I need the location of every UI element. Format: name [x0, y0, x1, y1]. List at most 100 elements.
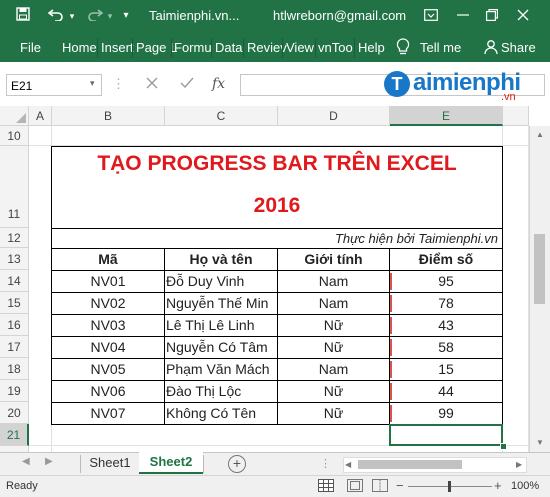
- name-box[interactable]: E21: [6, 74, 102, 96]
- tab-data[interactable]: Data: [215, 40, 242, 55]
- row-header[interactable]: 12: [0, 228, 29, 248]
- undo-dropdown-icon[interactable]: ▾: [67, 6, 77, 26]
- undo-icon[interactable]: [46, 6, 66, 26]
- row-header[interactable]: 11: [0, 146, 29, 228]
- column-header-b[interactable]: B: [52, 106, 165, 126]
- tab-view[interactable]: View: [286, 40, 314, 55]
- cell-diem-so[interactable]: 15: [390, 359, 502, 380]
- cell-ho-va-ten[interactable]: Lê Thị Lê Linh: [166, 315, 277, 336]
- cell-diem-so[interactable]: 43: [390, 315, 502, 336]
- cell-diem-so[interactable]: 78: [390, 293, 502, 314]
- row-header[interactable]: 15: [0, 292, 29, 314]
- row-header[interactable]: 17: [0, 336, 29, 358]
- name-box-dropdown-icon[interactable]: ▾: [90, 78, 95, 89]
- column-header-c[interactable]: C: [165, 106, 278, 126]
- cell-diem-so[interactable]: 95: [390, 271, 502, 292]
- cell-ho-va-ten[interactable]: Đào Thị Lộc: [166, 381, 277, 402]
- vertical-scroll-thumb[interactable]: [534, 234, 545, 304]
- cell-ho-va-ten[interactable]: Nguyễn Thế Min: [166, 293, 277, 314]
- zoom-level[interactable]: 100%: [511, 480, 539, 492]
- fill-handle[interactable]: [500, 443, 507, 450]
- redo-icon[interactable]: [86, 6, 104, 26]
- tab-split-handle[interactable]: ⋮: [320, 457, 331, 470]
- cell-ma[interactable]: NV03: [52, 315, 164, 336]
- tab-home[interactable]: Home: [62, 40, 97, 55]
- share-person-icon[interactable]: [484, 38, 498, 59]
- row-header-selected[interactable]: 21: [0, 424, 29, 446]
- scroll-left-icon[interactable]: ◀: [345, 458, 351, 472]
- tab-review[interactable]: Reviev: [247, 40, 287, 55]
- vertical-scrollbar[interactable]: ▲ ▼: [529, 126, 550, 452]
- cancel-entry-icon[interactable]: [146, 76, 158, 93]
- row-header[interactable]: 10: [0, 126, 29, 146]
- account-name[interactable]: htlwreborn@gmail.com: [273, 8, 406, 23]
- cell-ho-va-ten[interactable]: Nguyễn Có Tâm: [166, 337, 277, 358]
- tell-me-search[interactable]: Tell me: [420, 40, 461, 55]
- lightbulb-icon[interactable]: [396, 38, 410, 59]
- zoom-slider-thumb[interactable]: [448, 481, 451, 492]
- minimize-icon[interactable]: [454, 6, 472, 26]
- cell-ho-va-ten[interactable]: Phạm Văn Mách: [166, 359, 277, 380]
- row-header[interactable]: 20: [0, 402, 29, 424]
- page-layout-view-icon[interactable]: [347, 479, 363, 495]
- cell-ho-va-ten[interactable]: Đỗ Duy Vinh: [166, 271, 277, 292]
- cell-ma[interactable]: NV07: [52, 403, 164, 424]
- normal-view-icon[interactable]: [318, 479, 334, 495]
- tab-vntools[interactable]: vnToo: [318, 40, 353, 55]
- cell-diem-so[interactable]: 44: [390, 381, 502, 402]
- cell-gioi-tinh[interactable]: Nữ: [278, 337, 389, 358]
- column-header-e[interactable]: E: [390, 106, 503, 126]
- sheet-tab-sheet1[interactable]: Sheet1: [81, 453, 139, 475]
- horizontal-scroll-thumb[interactable]: [358, 460, 462, 469]
- row-header[interactable]: 19: [0, 380, 29, 402]
- column-header-d[interactable]: D: [278, 106, 390, 126]
- cell-gioi-tinh[interactable]: Nam: [278, 359, 389, 380]
- cell-gioi-tinh[interactable]: Nam: [278, 271, 389, 292]
- horizontal-scrollbar[interactable]: ◀ ▶: [343, 457, 527, 473]
- row-header[interactable]: 16: [0, 314, 29, 336]
- redo-dropdown-icon[interactable]: ▾: [105, 6, 115, 26]
- restore-icon[interactable]: [483, 6, 501, 26]
- scroll-down-icon[interactable]: ▼: [536, 438, 544, 447]
- close-icon[interactable]: [514, 6, 532, 26]
- ribbon-display-options-icon[interactable]: [422, 6, 440, 26]
- tab-file[interactable]: File: [20, 40, 41, 55]
- cell-ma[interactable]: NV05: [52, 359, 164, 380]
- tab-formulas[interactable]: Formu: [174, 40, 212, 55]
- cell-ma[interactable]: NV01: [52, 271, 164, 292]
- cell-ma[interactable]: NV06: [52, 381, 164, 402]
- tab-help[interactable]: Help: [358, 40, 385, 55]
- row-header[interactable]: 14: [0, 270, 29, 292]
- page-break-view-icon[interactable]: [372, 479, 388, 495]
- cell-diem-so[interactable]: 99: [390, 403, 502, 424]
- scroll-right-icon[interactable]: ▶: [516, 458, 522, 472]
- column-header-a[interactable]: A: [29, 106, 52, 126]
- next-sheet-icon[interactable]: ▶: [45, 456, 53, 467]
- sheet-tab-sheet2[interactable]: Sheet2: [139, 452, 203, 474]
- cell-ma[interactable]: NV04: [52, 337, 164, 358]
- insert-function-icon[interactable]: fx: [212, 76, 225, 92]
- new-sheet-button[interactable]: +: [228, 455, 246, 473]
- share-button[interactable]: Share: [501, 40, 536, 55]
- row-header[interactable]: 13: [0, 248, 29, 270]
- column-header-f[interactable]: [503, 106, 529, 126]
- cell-gioi-tinh[interactable]: Nữ: [278, 403, 389, 424]
- scroll-up-icon[interactable]: ▲: [536, 130, 544, 139]
- worksheet-grid[interactable]: A B C D E 10 11 12 13 14 15 16 17 18 19 …: [0, 106, 550, 452]
- prev-sheet-icon[interactable]: ◀: [22, 456, 30, 467]
- cell-ma[interactable]: NV02: [52, 293, 164, 314]
- confirm-entry-icon[interactable]: [180, 76, 194, 93]
- cell-gioi-tinh[interactable]: Nữ: [278, 315, 389, 336]
- zoom-out-button[interactable]: −: [396, 478, 404, 493]
- row-header[interactable]: 18: [0, 358, 29, 380]
- tab-insert[interactable]: Insert: [101, 40, 134, 55]
- cell-gioi-tinh[interactable]: Nữ: [278, 381, 389, 402]
- cell-gioi-tinh[interactable]: Nam: [278, 293, 389, 314]
- cell-ho-va-ten[interactable]: Không Có Tên: [166, 403, 277, 424]
- zoom-in-button[interactable]: +: [494, 478, 502, 493]
- customize-toolbar-icon[interactable]: ▾: [121, 6, 131, 26]
- select-all-corner[interactable]: [0, 106, 29, 126]
- cell-diem-so[interactable]: 58: [390, 337, 502, 358]
- save-icon[interactable]: [14, 6, 32, 26]
- selected-cell-e21[interactable]: [389, 424, 503, 446]
